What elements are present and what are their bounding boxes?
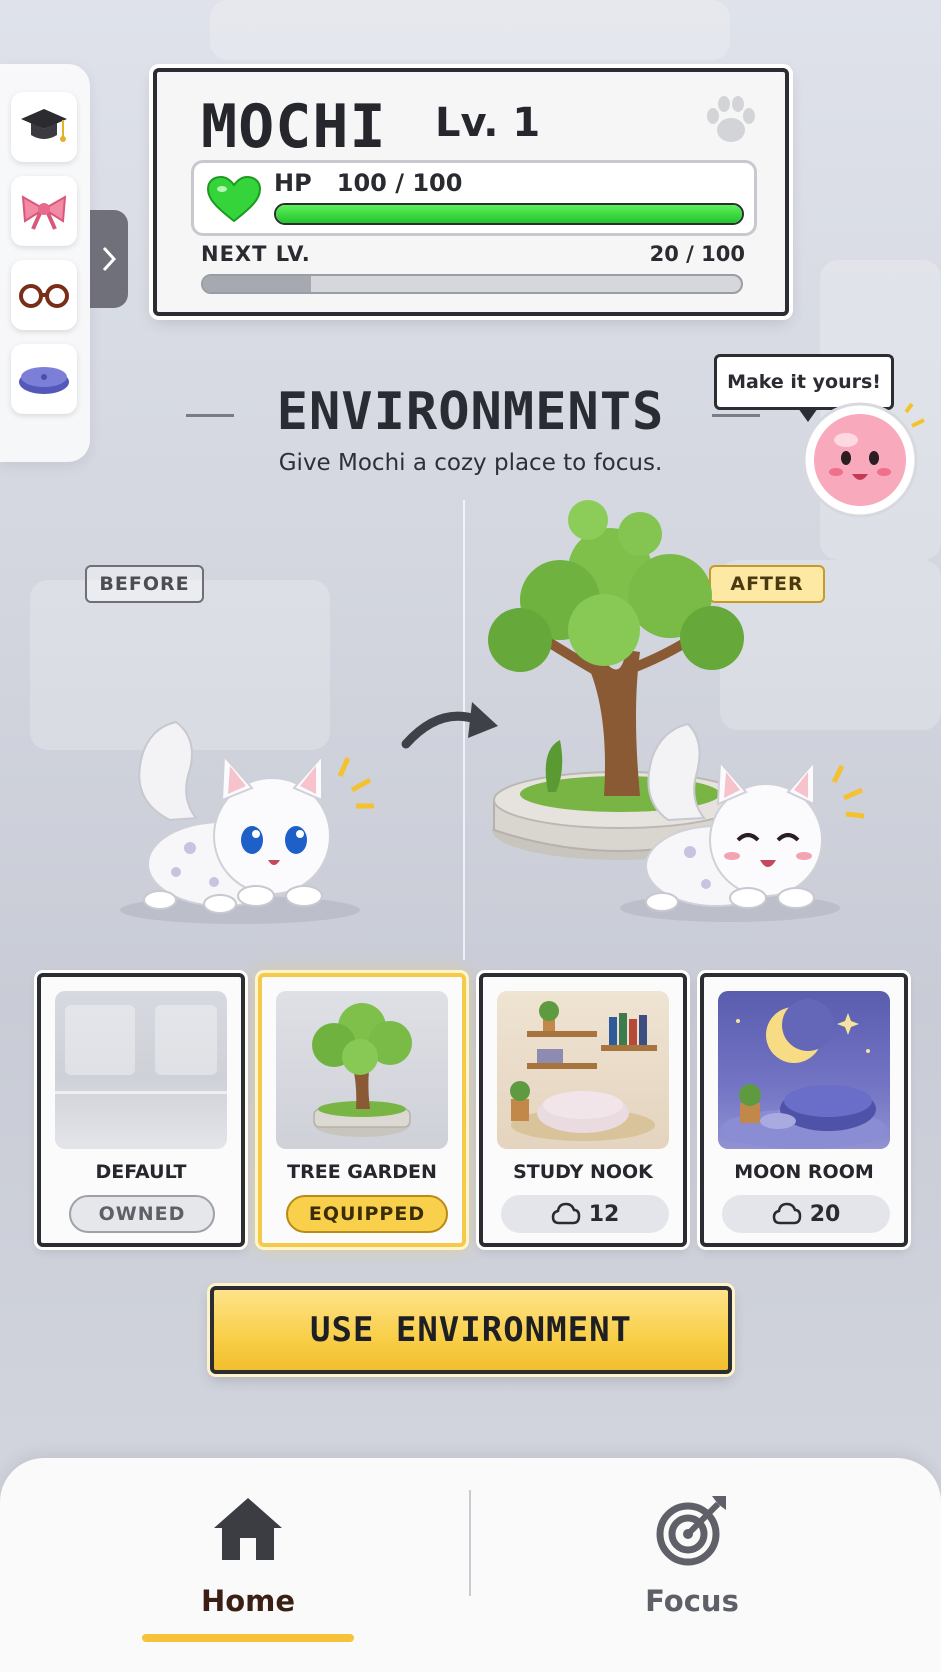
xp-bar-fill [203, 276, 311, 292]
bottom-nav: Home Focus [0, 1458, 941, 1672]
env-card-tree-garden[interactable]: TREE GARDEN EQUIPPED [258, 973, 466, 1247]
env-thumb-default [55, 991, 227, 1149]
env-thumb-tree-garden [276, 991, 448, 1149]
hp-panel: HP 100 / 100 [191, 160, 757, 236]
xp-bar [201, 274, 743, 294]
env-name: DEFAULT [95, 1161, 187, 1183]
hp-bar-fill [276, 205, 742, 223]
next-level-label: NEXT LV. [201, 242, 311, 266]
accessory-slot-graduation-cap[interactable] [11, 92, 77, 162]
hp-bar [274, 203, 744, 225]
nav-tab-home[interactable]: Home [128, 1488, 368, 1642]
pet-stat-card: MOCHI Lv. 1 HP 100 / 100 NEXT LV. 20 / 1… [153, 68, 789, 316]
hp-value: 100 / 100 [336, 169, 463, 197]
home-icon [214, 1498, 282, 1560]
env-thumb-moon-room [718, 991, 890, 1149]
accessory-slot-glasses[interactable] [11, 260, 77, 330]
pet-level: Lv. 1 [435, 100, 541, 146]
chevron-right-icon [102, 246, 117, 272]
env-thumb-study-nook [497, 991, 669, 1149]
bow-icon [21, 195, 67, 230]
env-name: TREE GARDEN [287, 1161, 437, 1183]
graduation-cap-icon [21, 109, 67, 142]
price-value: 12 [588, 1201, 620, 1227]
moon-room-thumb-icon [720, 999, 888, 1149]
nav-active-indicator [142, 1634, 354, 1642]
cloud-coin-icon [551, 1202, 580, 1225]
pet-name: MOCHI [201, 92, 387, 162]
price-value: 20 [809, 1201, 841, 1227]
target-icon [656, 1496, 726, 1566]
env-card-study-nook[interactable]: STUDY NOOK 12 [479, 973, 687, 1247]
status-badge-owned: OWNED [69, 1195, 215, 1233]
status-badge-equipped: EQUIPPED [286, 1195, 448, 1233]
cloud-coin-icon [772, 1202, 801, 1225]
accessory-slot-bow[interactable] [11, 176, 77, 246]
nav-divider [469, 1490, 471, 1596]
nav-label-home: Home [200, 1584, 296, 1618]
heart-icon [206, 175, 262, 223]
study-nook-thumb-icon [510, 1001, 657, 1141]
tree-garden-illustration [488, 500, 748, 860]
price-pill[interactable]: 20 [722, 1195, 890, 1233]
rail-expand-toggle[interactable] [90, 210, 128, 308]
env-name: MOON ROOM [734, 1161, 874, 1183]
price-pill[interactable]: 12 [501, 1195, 669, 1233]
hp-text: HP 100 / 100 [274, 169, 462, 197]
env-card-default[interactable]: DEFAULT OWNED [37, 973, 245, 1247]
arrow-right-icon [401, 702, 498, 749]
cat-before-illustration [120, 720, 374, 924]
hp-label: HP [274, 169, 312, 197]
paw-icon [707, 96, 755, 142]
env-card-moon-room[interactable]: MOON ROOM 20 [700, 973, 908, 1247]
use-environment-button[interactable]: USE ENVIRONMENT [210, 1286, 732, 1374]
nav-label-focus: Focus [645, 1584, 739, 1618]
env-name: STUDY NOOK [513, 1161, 653, 1183]
tree-thumb-icon [312, 1003, 412, 1137]
before-after-preview [120, 500, 865, 924]
xp-value: 20 / 100 [649, 242, 745, 266]
glasses-icon [19, 284, 69, 308]
nav-tab-focus[interactable]: Focus [572, 1488, 812, 1638]
